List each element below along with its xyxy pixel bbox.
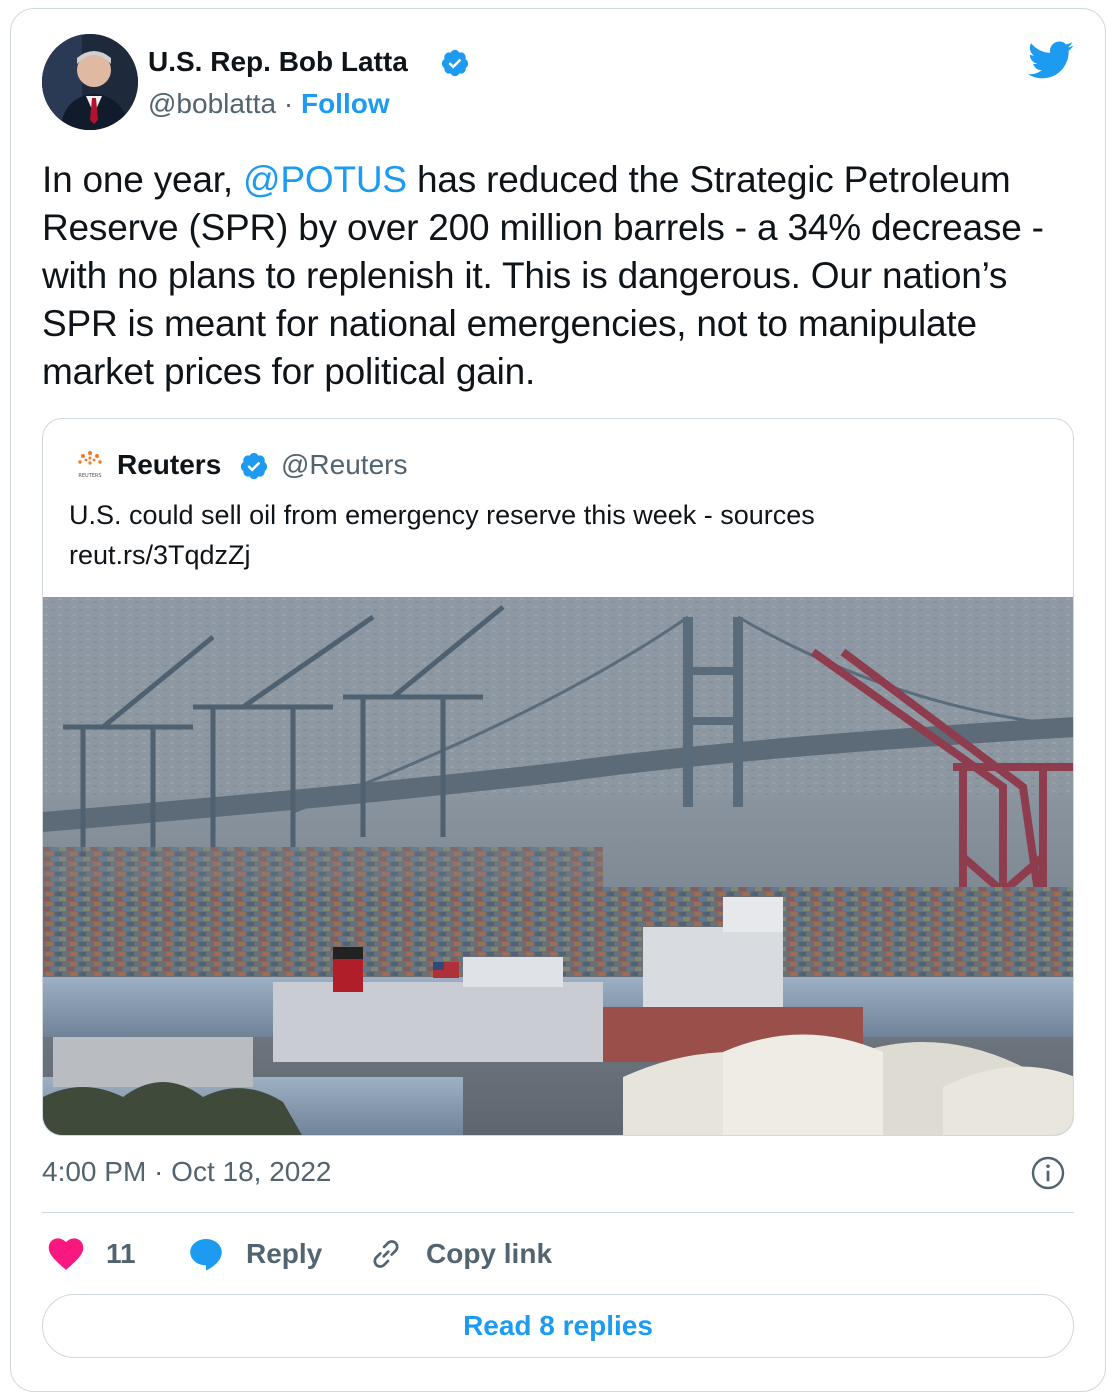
follow-button[interactable]: Follow [301, 88, 390, 119]
quoted-tweet-text: U.S. could sell oil from emergency reser… [69, 495, 1049, 575]
divider [42, 1212, 1074, 1213]
twitter-bird-icon[interactable] [1026, 40, 1074, 80]
separator-dot: · [283, 88, 294, 119]
author-avatar[interactable] [42, 34, 138, 130]
like-count: 11 [106, 1238, 136, 1269]
copy-link-label: Copy link [426, 1238, 553, 1269]
tweet-text-start: In one year, [42, 159, 244, 200]
verified-badge-icon [240, 452, 268, 480]
quoted-tweet[interactable]: REUTERS Reuters @Reuters U.S. could sell… [42, 418, 1074, 1136]
mention-link[interactable]: @POTUS [243, 159, 407, 200]
author-name[interactable]: U.S. Rep. Bob Latta [148, 46, 408, 78]
link-chain-icon [373, 1240, 399, 1268]
like-button[interactable]: 11 [48, 1234, 136, 1274]
author-handle[interactable]: @boblatta [148, 88, 276, 119]
author-handle-line: @boblatta · Follow [148, 88, 390, 120]
quoted-headline: U.S. could sell oil from emergency reser… [69, 500, 815, 530]
tweet-text: In one year, @POTUS has reduced the Stra… [42, 156, 1082, 396]
verified-badge-icon [441, 49, 469, 77]
speech-bubble-icon [190, 1239, 222, 1271]
quoted-author-name[interactable]: Reuters [117, 449, 221, 481]
reuters-logo-caption: REUTERS [78, 473, 101, 479]
copy-link-button[interactable]: Copy link [368, 1234, 552, 1274]
reply-button[interactable]: Reply [188, 1234, 322, 1274]
port-photo[interactable] [43, 597, 1074, 1136]
reply-label: Reply [246, 1238, 323, 1269]
read-replies-button[interactable]: Read 8 replies [42, 1294, 1074, 1358]
reuters-logo: REUTERS [78, 451, 102, 479]
quoted-link[interactable]: reut.rs/3TqdzZj [69, 535, 1049, 575]
heart-icon [48, 1238, 84, 1270]
tweet-timestamp[interactable]: 4:00 PM · Oct 18, 2022 [42, 1156, 332, 1188]
info-icon[interactable] [1030, 1155, 1066, 1191]
quoted-author-handle[interactable]: @Reuters [281, 449, 407, 481]
